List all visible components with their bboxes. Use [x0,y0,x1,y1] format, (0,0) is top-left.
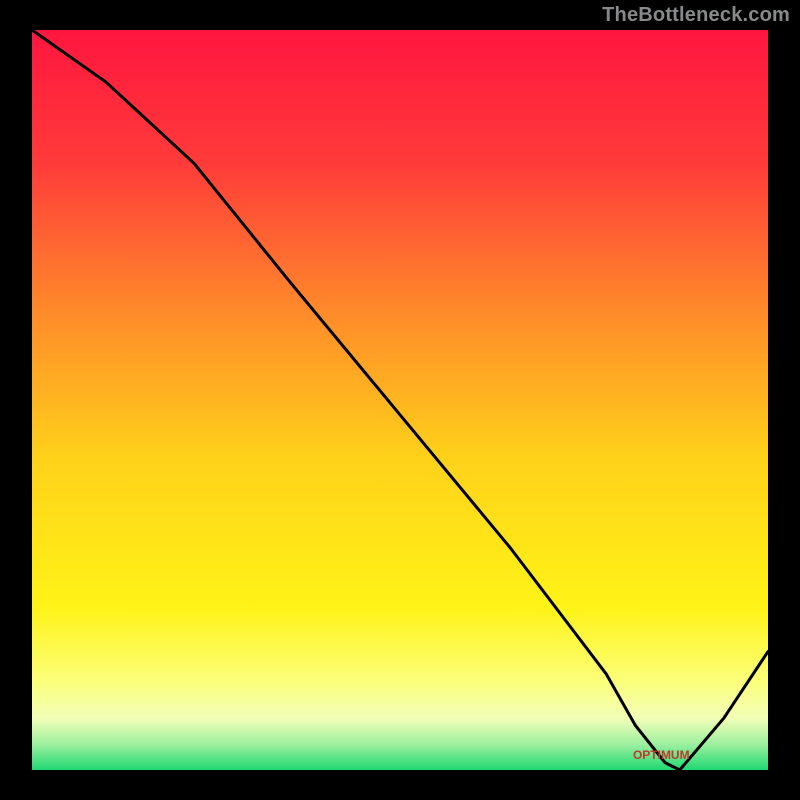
bottleneck-chart: OPTIMUM [0,0,800,800]
optimal-annotation: OPTIMUM [633,748,690,762]
chart-stage: TheBottleneck.com OPTIMUM [0,0,800,800]
plot-area [32,30,768,770]
